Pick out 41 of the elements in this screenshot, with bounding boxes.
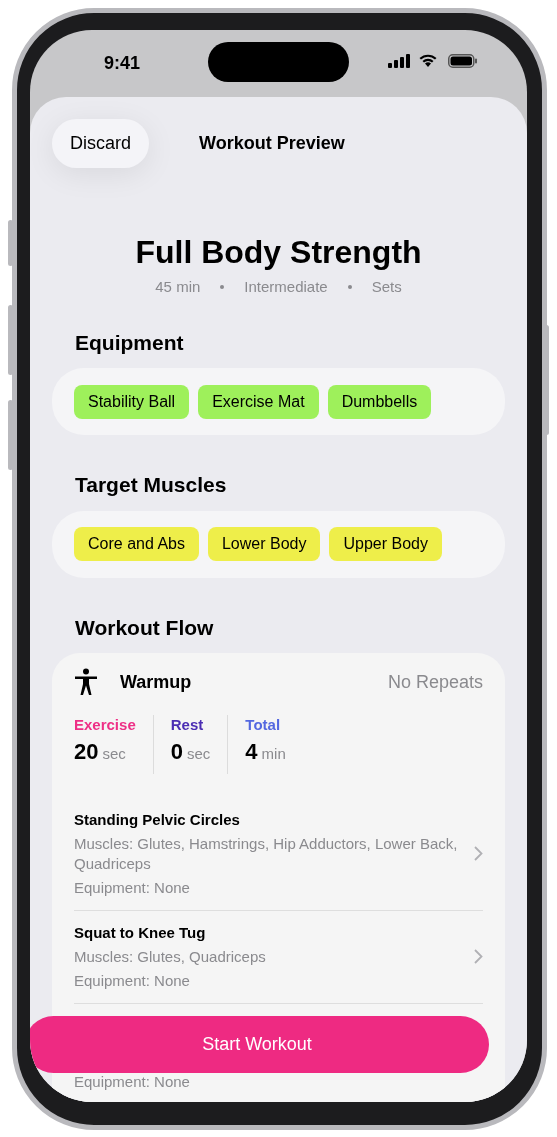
- battery-icon: [448, 54, 478, 68]
- exercise-name: Squat to Knee Tug: [74, 922, 207, 943]
- stat-label: Rest: [170, 715, 205, 735]
- discard-button[interactable]: Discard: [52, 119, 149, 168]
- tag: Lower Body: [207, 527, 321, 561]
- exercise-equipment: Equipment: None: [74, 877, 191, 898]
- meta-text: Intermediate: [244, 277, 328, 297]
- tag: Exercise Mat: [198, 384, 319, 419]
- stat-value: 4: [245, 739, 258, 765]
- tag: Upper Body: [329, 527, 442, 561]
- stat-unit: sec: [187, 744, 211, 764]
- screen-title: Workout Preview: [199, 132, 345, 155]
- stat-label: Exercise: [74, 715, 136, 735]
- exercise-muscles: Muscles: Glutes, Quadriceps: [74, 946, 267, 967]
- repeat-label: No Repeats: [387, 670, 483, 694]
- status-time: 9:41: [104, 52, 141, 75]
- chevron-right-icon[interactable]: [474, 949, 483, 964]
- tag: Dumbbells: [327, 384, 432, 419]
- section-heading: Target Muscles: [74, 472, 228, 498]
- signal-icon: [388, 54, 410, 68]
- section-heading: Equipment: [74, 329, 185, 356]
- workout-title: Full Body Strength: [135, 233, 422, 272]
- section-heading: Workout Flow: [74, 614, 215, 641]
- wifi-icon: [418, 52, 438, 68]
- person-icon: [74, 668, 98, 696]
- chevron-right-icon[interactable]: [474, 846, 483, 861]
- stat-unit: min: [261, 744, 286, 764]
- meta-text: Sets: [371, 277, 402, 297]
- tag: Core and Abs: [74, 527, 199, 561]
- meta-text: 45 min: [155, 277, 201, 297]
- start-workout-button[interactable]: Start Workout: [30, 1016, 489, 1073]
- exercise-equipment: Equipment: None: [74, 1071, 191, 1092]
- block-title: Warmup: [120, 670, 192, 694]
- stat-value: 20: [74, 739, 99, 765]
- tag: Stability Ball: [74, 384, 190, 419]
- stat-label: Total: [245, 715, 282, 735]
- stat-value: 0: [170, 739, 183, 765]
- exercise-name: Standing Pelvic Circles: [74, 809, 241, 830]
- exercise-equipment: Equipment: None: [74, 970, 191, 991]
- exercise-muscles: Muscles: Glutes, Hamstrings, Hip Adductors, Lower Back, Quadriceps: [74, 833, 458, 874]
- stat-unit: sec: [102, 744, 126, 764]
